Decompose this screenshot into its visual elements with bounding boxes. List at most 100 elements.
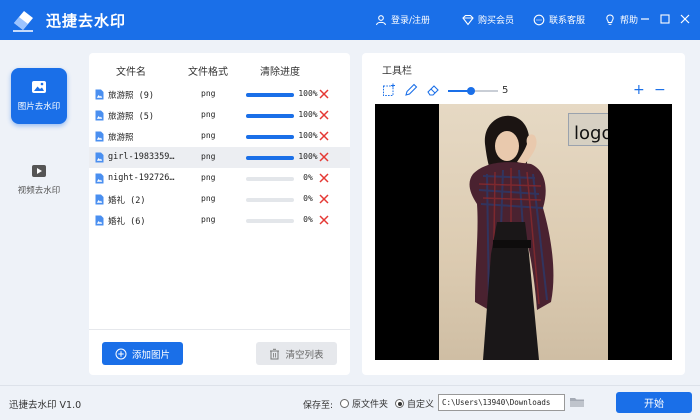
delete-icon[interactable] [318,193,330,205]
eraser-logo-icon [13,11,33,32]
app-version: 迅捷去水印 V1.0 [9,400,82,411]
radio-custom-folder[interactable]: 自定义 [395,397,434,410]
brush-size-value: 5 [502,85,509,96]
header-filename: 文件名 [116,67,146,78]
lightbulb-icon [606,13,614,25]
add-image-button[interactable]: 添加图片 [102,342,183,365]
file-format: png [201,131,216,140]
title-bar: 迅捷去水印 登录/注册 购买会员 联系客服 帮助 [0,0,700,40]
contact-support-button[interactable]: 联系客服 [533,13,585,26]
file-row[interactable]: 旅游照 png 100% [89,126,350,147]
progress-label: 0% [303,194,313,203]
trash-icon [270,348,280,359]
help-button[interactable]: 帮助 [604,13,638,26]
delete-icon[interactable] [318,151,330,163]
delete-icon[interactable] [318,109,330,121]
start-button[interactable]: 开始 [616,392,692,413]
status-bar: 迅捷去水印 V1.0 保存至: 原文件夹 自定义 C:\Users\13940\… [0,385,700,420]
file-format: png [201,215,216,224]
close-icon [680,14,690,24]
file-list-panel: 文件名 文件格式 清除进度 旅游照 (9) png 100% 旅游照 (5) png 10… [89,53,350,375]
radio-custom-dot [395,399,404,408]
delete-icon[interactable] [318,214,330,226]
header-format: 文件格式 [188,67,228,78]
file-format: png [201,110,216,119]
file-row[interactable]: girl-1983359… png 100% [89,147,350,168]
file-row[interactable]: night-192726… png 0% [89,168,350,189]
file-name: 旅游照 (9) [108,91,154,101]
nav-image-watermark[interactable]: 图片去水印 [11,68,67,124]
file-row[interactable]: 婚礼 (6) png 0% [89,210,350,231]
user-icon [375,14,387,25]
file-name: 婚礼 (6) [108,217,146,227]
progress-bar [246,156,294,160]
radio-original-folder[interactable]: 原文件夹 [340,397,388,410]
add-image-label: 添加图片 [131,349,170,361]
file-format: png [201,89,216,98]
progress-bar [246,114,294,118]
minimize-button[interactable] [638,12,652,26]
radio-custom-label: 自定义 [407,400,435,410]
nav-video-watermark[interactable]: 视频去水印 [11,152,67,208]
maximize-button[interactable] [658,12,672,26]
chat-icon [533,14,545,25]
clear-list-button[interactable]: 清空列表 [256,342,337,365]
save-path-input[interactable]: C:\Users\13940\Downloads [438,394,565,411]
image-file-icon [95,110,104,121]
progress-fill [246,156,294,160]
image-icon [32,81,46,93]
image-preview[interactable]: logo 水印 [375,104,672,360]
brush-size-handle[interactable] [466,87,475,95]
pen-icon[interactable] [404,83,418,97]
progress-label: 0% [303,215,313,224]
save-to-label: 保存至: [303,401,334,411]
progress-bar [246,219,294,223]
file-row[interactable]: 婚礼 (2) png 0% [89,189,350,210]
radio-original-label: 原文件夹 [352,400,389,410]
nav-image-label: 图片去水印 [17,102,61,112]
progress-label: 100% [298,110,318,119]
app-title: 迅捷去水印 [46,12,127,30]
progress-fill [246,93,294,97]
file-name: 婚礼 (2) [108,196,146,206]
image-file-icon [95,89,104,100]
minimize-icon [641,18,649,20]
toolbar-title: 工具栏 [382,66,412,77]
clear-list-label: 清空列表 [285,349,324,361]
header-progress: 清除进度 [260,67,300,78]
file-panel-divider [89,329,350,330]
video-icon [32,165,46,177]
nav-video-label: 视频去水印 [17,186,61,196]
login-button[interactable]: 登录/注册 [375,13,430,26]
file-format: png [201,152,216,161]
progress-bar [246,93,294,97]
delete-icon[interactable] [318,130,330,142]
file-name: 旅游照 [108,133,134,143]
progress-bar [246,135,294,139]
folder-icon[interactable] [569,394,585,410]
login-label: 登录/注册 [391,16,431,26]
watermark-text: logo 水印 [574,123,608,144]
left-nav: 图片去水印 视频去水印 [0,40,78,385]
image-file-icon [95,173,104,184]
zoom-in-button[interactable]: + [633,83,645,97]
file-name: 旅游照 (5) [108,112,154,122]
zoom-out-button[interactable]: − [654,83,666,97]
contact-support-label: 联系客服 [549,16,586,26]
buy-vip-button[interactable]: 购买会员 [462,13,514,26]
image-file-icon [95,215,104,226]
delete-icon[interactable] [318,172,330,184]
eraser-icon[interactable] [426,83,440,97]
maximize-icon [660,14,670,24]
delete-icon[interactable] [318,88,330,100]
file-row[interactable]: 旅游照 (5) png 100% [89,105,350,126]
watermark-selection-box[interactable]: logo 水印 [568,113,608,146]
progress-label: 100% [298,89,318,98]
radio-original-dot [340,399,349,408]
close-button[interactable] [678,12,692,26]
file-name: girl-1983359… [108,152,175,162]
rect-select-icon[interactable] [382,83,396,97]
plus-circle-icon [115,348,127,359]
progress-fill [246,114,294,118]
file-row[interactable]: 旅游照 (9) png 100% [89,84,350,105]
